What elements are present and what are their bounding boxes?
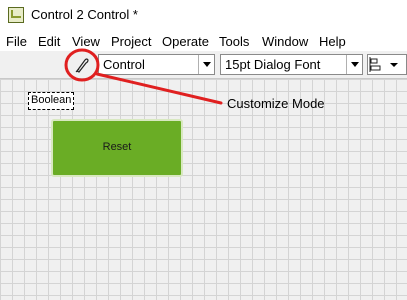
font-select[interactable]: 15pt Dialog Font — [220, 54, 363, 75]
chevron-down-icon — [346, 55, 362, 74]
reset-button-label: Reset — [102, 141, 132, 153]
customize-mode-wrench-icon — [75, 58, 89, 73]
align-objects-button[interactable] — [367, 54, 407, 75]
align-objects-icon — [369, 57, 398, 72]
customize-mode-button[interactable] — [71, 55, 93, 75]
annotation-label: Customize Mode — [227, 96, 325, 111]
chevron-down-icon — [198, 55, 214, 74]
menu-project[interactable]: Project — [111, 34, 151, 49]
menu-edit[interactable]: Edit — [38, 34, 60, 49]
title-bar: Control 2 Control * — [0, 0, 407, 32]
menu-file[interactable]: File — [6, 34, 27, 49]
front-panel-canvas[interactable] — [0, 79, 407, 300]
menu-bar: File Edit View Project Operate Tools Win… — [0, 32, 407, 50]
control-type-select[interactable]: Control — [98, 54, 215, 75]
menu-tools[interactable]: Tools — [219, 34, 249, 49]
boolean-label[interactable]: Boolean — [28, 92, 75, 110]
toolbar: Control 15pt Dialog Font — [0, 51, 407, 79]
menu-help[interactable]: Help — [319, 34, 346, 49]
window-title: Control 2 Control * — [31, 7, 138, 22]
menu-window[interactable]: Window — [262, 34, 308, 49]
control-type-value: Control — [103, 57, 145, 72]
reset-button[interactable]: Reset — [51, 119, 183, 177]
menu-view[interactable]: View — [72, 34, 100, 49]
labview-vi-icon — [8, 7, 24, 23]
font-select-value: 15pt Dialog Font — [225, 57, 321, 72]
menu-operate[interactable]: Operate — [162, 34, 209, 49]
